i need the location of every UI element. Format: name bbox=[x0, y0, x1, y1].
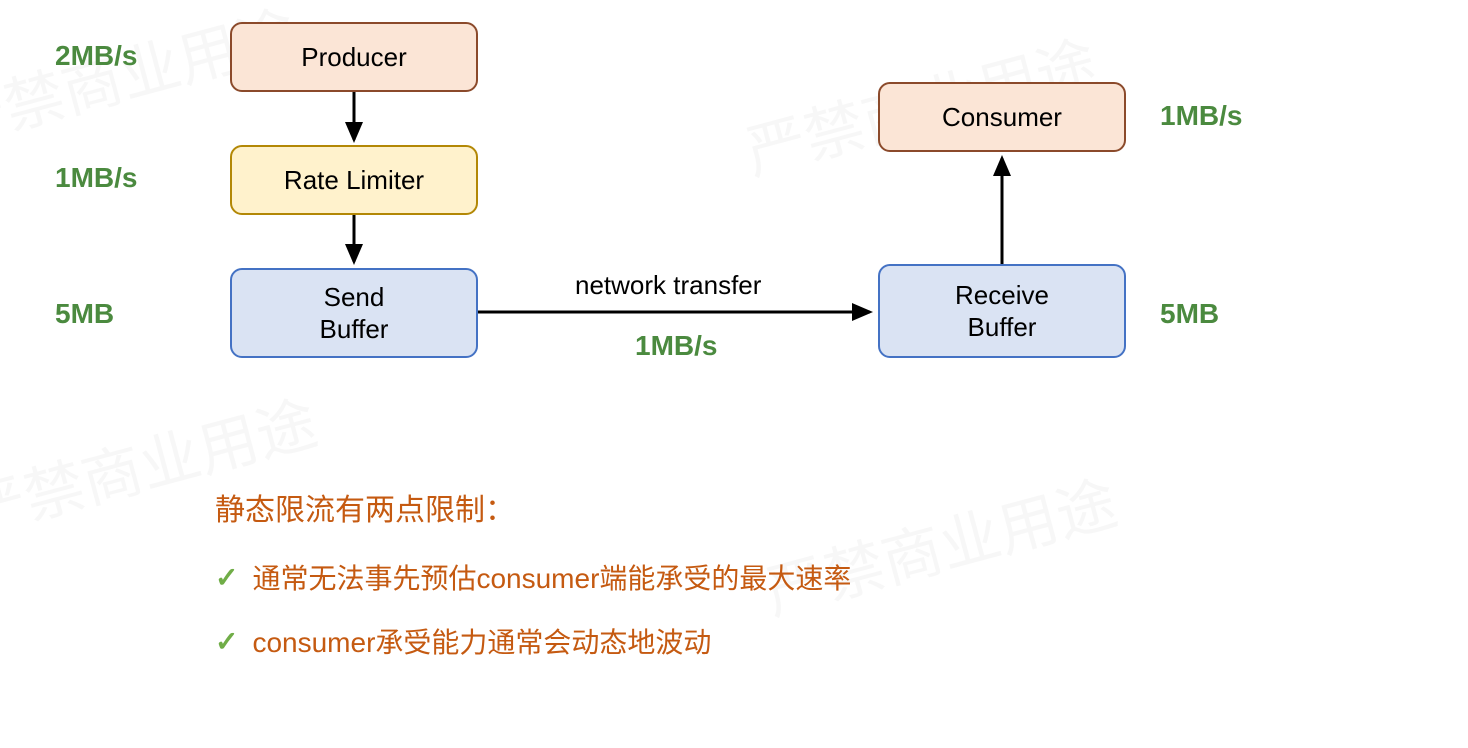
receive-buffer-size-label: 5MB bbox=[1160, 298, 1219, 330]
send-buffer-box: Send Buffer bbox=[230, 268, 478, 358]
producer-box: Producer bbox=[230, 22, 478, 92]
notes-item-2-text: consumer承受能力通常会动态地波动 bbox=[252, 621, 711, 661]
network-rate-label: 1MB/s bbox=[635, 330, 717, 362]
receive-buffer-box: Receive Buffer bbox=[878, 264, 1126, 358]
notes-title: 静态限流有两点限制： bbox=[215, 485, 851, 529]
rate-limiter-box: Rate Limiter bbox=[230, 145, 478, 215]
notes-item-2: ✓ consumer承受能力通常会动态地波动 bbox=[215, 621, 851, 661]
send-buffer-size-label: 5MB bbox=[55, 298, 114, 330]
notes-item-1-text: 通常无法事先预估consumer端能承受的最大速率 bbox=[252, 557, 851, 597]
check-icon: ✓ bbox=[215, 625, 238, 658]
notes-item-1: ✓ 通常无法事先预估consumer端能承受的最大速率 bbox=[215, 557, 851, 597]
consumer-box: Consumer bbox=[878, 82, 1126, 152]
producer-rate-label: 2MB/s bbox=[55, 40, 137, 72]
network-transfer-label: network transfer bbox=[575, 270, 761, 301]
notes-section: 静态限流有两点限制： ✓ 通常无法事先预估consumer端能承受的最大速率 ✓… bbox=[215, 485, 851, 685]
rate-limiter-rate-label: 1MB/s bbox=[55, 162, 137, 194]
consumer-rate-label: 1MB/s bbox=[1160, 100, 1242, 132]
check-icon: ✓ bbox=[215, 561, 238, 594]
